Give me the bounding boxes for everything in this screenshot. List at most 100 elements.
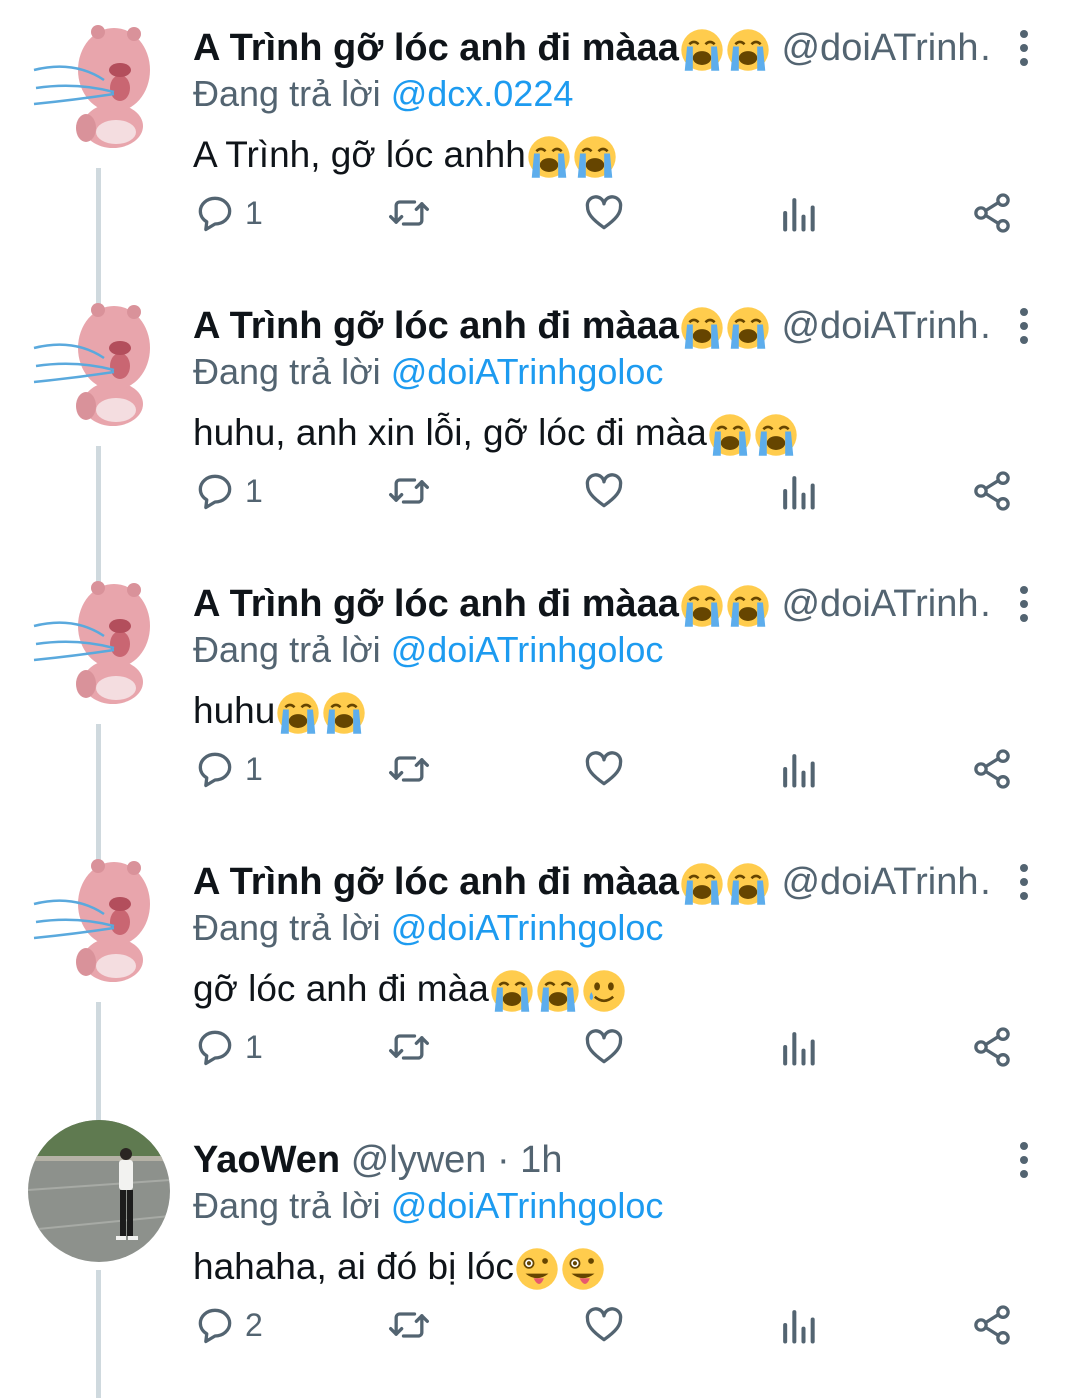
retweet-icon: [389, 1312, 429, 1338]
retweet-button[interactable]: [387, 1300, 431, 1350]
display-name[interactable]: YaoWen: [193, 1139, 340, 1181]
replying-label: Đang trả lời: [193, 351, 381, 392]
avatar[interactable]: [28, 8, 170, 150]
loudly-crying-face-emoji: [755, 414, 797, 456]
like-button[interactable]: [582, 744, 626, 794]
user-handle[interactable]: @doiATrinh…: [781, 27, 990, 69]
share-button[interactable]: [970, 466, 1014, 516]
analytics-icon: [783, 754, 815, 788]
display-name[interactable]: A Trình gỡ lóc anh đi màaa: [193, 583, 679, 625]
analytics-button[interactable]: [776, 466, 820, 516]
reply-button[interactable]: 1: [193, 744, 263, 794]
reply-icon: [198, 474, 232, 510]
user-handle[interactable]: @doiATrinh…: [781, 583, 990, 625]
display-name[interactable]: A Trình gỡ lóc anh đi màaa: [193, 861, 679, 903]
mention-link[interactable]: @doiATrinhgoloc: [391, 1185, 664, 1226]
reply-button[interactable]: 1: [193, 466, 263, 516]
tweet-text: hahaha, ai đó bị lóc: [193, 1242, 606, 1292]
mention-link[interactable]: @doiATrinhgoloc: [391, 629, 664, 670]
analytics-button[interactable]: [776, 1022, 820, 1072]
retweet-button[interactable]: [387, 466, 431, 516]
tweet-text: huhu: [193, 686, 367, 736]
reply-icon: [198, 1030, 232, 1066]
display-name[interactable]: A Trình gỡ lóc anh đi màaa: [193, 305, 679, 347]
analytics-button[interactable]: [776, 744, 820, 794]
share-button[interactable]: [970, 744, 1014, 794]
like-button[interactable]: [582, 1022, 626, 1072]
more-options-icon[interactable]: [1012, 1142, 1036, 1182]
tweet-header: YaoWen @lywen · 1h: [193, 1134, 990, 1186]
share-button[interactable]: [970, 188, 1014, 238]
like-icon: [585, 751, 623, 786]
reply-button[interactable]: 2: [193, 1300, 263, 1350]
name-emojis: [679, 861, 771, 905]
loudly-crying-face-emoji: [537, 970, 579, 1012]
more-options-icon[interactable]: [1012, 864, 1036, 904]
share-button[interactable]: [970, 1022, 1014, 1072]
mention-link[interactable]: @doiATrinhgoloc: [391, 351, 664, 392]
tweet-header: A Trình gỡ lóc anh đi màaa @doiATrinh…: [193, 22, 990, 74]
name-emojis: [679, 583, 771, 627]
replying-label: Đang trả lời: [193, 1185, 381, 1226]
avatar[interactable]: [28, 842, 170, 984]
analytics-icon: [783, 1310, 815, 1344]
header-space: [340, 1139, 351, 1181]
user-handle[interactable]: @doiATrinh…: [781, 305, 990, 347]
tweet[interactable]: A Trình gỡ lóc anh đi màaa @doiATrinh…Đa…: [0, 834, 1080, 1144]
pink-beaver-avatar[interactable]: [28, 564, 170, 706]
retweet-icon: [389, 756, 429, 782]
retweet-button[interactable]: [387, 744, 431, 794]
replying-space: [381, 629, 391, 670]
smiling-face-with-tear-emoji: [583, 970, 625, 1012]
more-options-icon[interactable]: [1012, 586, 1036, 626]
reply-button[interactable]: 1: [193, 188, 263, 238]
retweet-button[interactable]: [387, 1022, 431, 1072]
reply-icon: [198, 1308, 232, 1344]
avatar[interactable]: [28, 1120, 170, 1262]
loudly-crying-face-emoji: [727, 863, 769, 905]
avatar[interactable]: [28, 564, 170, 706]
more-options-icon[interactable]: [1012, 30, 1036, 70]
reply-count: 1: [245, 472, 263, 509]
reply-icon: [198, 196, 232, 232]
photo-avatar[interactable]: [28, 1120, 170, 1262]
like-button[interactable]: [582, 466, 626, 516]
header-space: [771, 583, 782, 625]
pink-beaver-avatar[interactable]: [28, 8, 170, 150]
tweet-text-content: huhu, anh xin lỗi, gỡ lóc đi màa: [193, 412, 707, 453]
mention-link[interactable]: @dcx.0224: [391, 73, 574, 114]
loudly-crying-face-emoji: [323, 692, 366, 734]
loudly-crying-face-emoji: [681, 585, 723, 627]
like-button[interactable]: [582, 1300, 626, 1350]
loudly-crying-face-emoji: [277, 692, 320, 734]
user-handle[interactable]: @lywen · 1h: [351, 1139, 563, 1181]
display-name[interactable]: A Trình gỡ lóc anh đi màaa: [193, 27, 679, 69]
replying-space: [381, 351, 391, 392]
share-button[interactable]: [970, 1300, 1014, 1350]
user-handle[interactable]: @doiATrinh…: [781, 861, 990, 903]
pink-beaver-avatar[interactable]: [28, 286, 170, 428]
reply-button[interactable]: 1: [193, 1022, 263, 1072]
tweet-text: gỡ lóc anh đi màa: [193, 964, 627, 1014]
mention-link[interactable]: @doiATrinhgoloc: [391, 907, 664, 948]
pink-beaver-avatar[interactable]: [28, 842, 170, 984]
analytics-button[interactable]: [776, 188, 820, 238]
tweet[interactable]: A Trình gỡ lóc anh đi màaa @doiATrinh…Đa…: [0, 0, 1080, 310]
retweet-icon: [389, 200, 429, 226]
tweet-actions: 1: [193, 188, 1023, 238]
tweet[interactable]: YaoWen @lywen · 1h Đang trả lời @doiATrin…: [0, 1112, 1080, 1398]
loudly-crying-face-emoji: [709, 414, 751, 456]
retweet-icon: [389, 1034, 429, 1060]
avatar[interactable]: [28, 286, 170, 428]
more-options-icon[interactable]: [1012, 308, 1036, 348]
like-button[interactable]: [582, 188, 626, 238]
replying-to: Đang trả lời @doiATrinhgoloc: [193, 1182, 663, 1230]
analytics-button[interactable]: [776, 1300, 820, 1350]
replying-space: [381, 907, 391, 948]
reply-thread: A Trình gỡ lóc anh đi màaa @doiATrinh… Đa…: [0, 0, 1080, 1398]
tweet[interactable]: A Trình gỡ lóc anh đi màaa @doiATrinh…Đa…: [0, 556, 1080, 866]
loudly-crying-face-emoji: [727, 29, 769, 71]
tweet[interactable]: A Trình gỡ lóc anh đi màaa @doiATrinh… Đa…: [0, 278, 1080, 588]
like-icon: [585, 1029, 623, 1064]
retweet-button[interactable]: [387, 188, 431, 238]
